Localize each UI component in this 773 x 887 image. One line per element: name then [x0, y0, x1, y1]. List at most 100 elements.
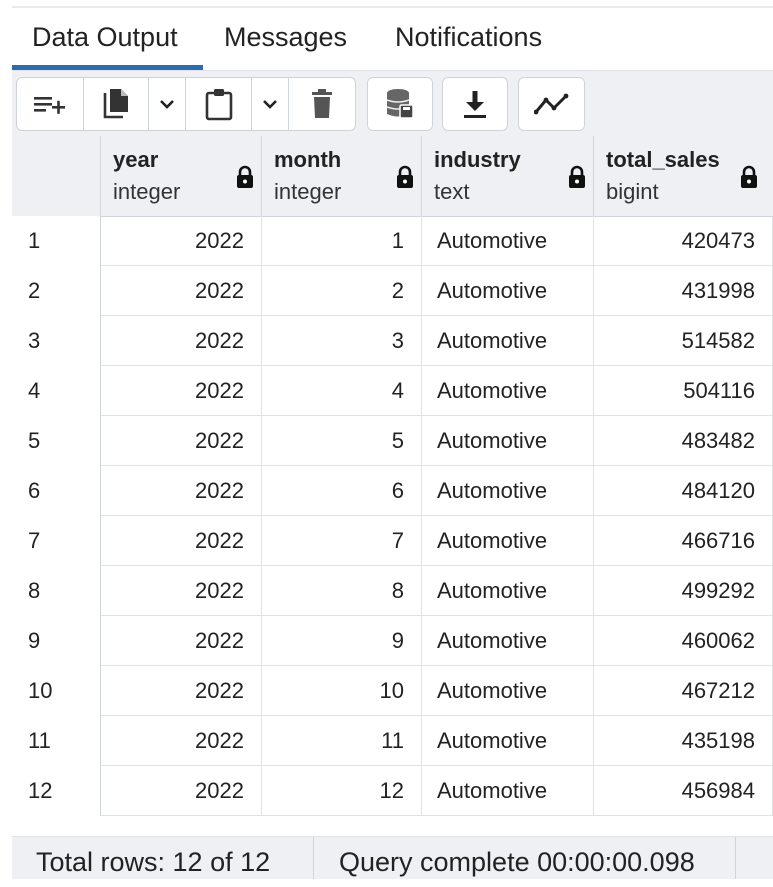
- row-number[interactable]: 10: [12, 666, 101, 716]
- column-name: total_sales: [606, 147, 720, 172]
- row-number[interactable]: 4: [12, 366, 101, 416]
- cell-total-sales[interactable]: 420473: [594, 216, 773, 266]
- cell-month[interactable]: 8: [262, 566, 422, 616]
- cell-total-sales[interactable]: 460062: [594, 616, 773, 666]
- copy-options-dropdown[interactable]: [148, 77, 186, 131]
- cell-year[interactable]: 2022: [101, 666, 262, 716]
- row-number[interactable]: 9: [12, 616, 101, 666]
- column-header-year[interactable]: year integer: [101, 136, 262, 216]
- cell-month[interactable]: 12: [262, 766, 422, 816]
- column-header-total-sales[interactable]: total_sales bigint: [594, 136, 773, 216]
- cell-month[interactable]: 9: [262, 616, 422, 666]
- table-row: 5 2022 5 Automotive 483482: [12, 416, 773, 466]
- tab-data-output[interactable]: Data Output: [32, 8, 178, 68]
- delete-button[interactable]: [288, 77, 356, 131]
- cell-industry[interactable]: Automotive: [422, 366, 594, 416]
- column-header-month[interactable]: month integer: [262, 136, 422, 216]
- table-row: 1 2022 1 Automotive 420473: [12, 216, 773, 266]
- cell-total-sales[interactable]: 456984: [594, 766, 773, 816]
- row-number[interactable]: 3: [12, 316, 101, 366]
- cell-year[interactable]: 2022: [101, 266, 262, 316]
- column-header-industry[interactable]: industry text: [422, 136, 594, 216]
- row-number[interactable]: 7: [12, 516, 101, 566]
- cell-month[interactable]: 6: [262, 466, 422, 516]
- cell-industry[interactable]: Automotive: [422, 216, 594, 266]
- cell-month[interactable]: 1: [262, 216, 422, 266]
- cell-year[interactable]: 2022: [101, 366, 262, 416]
- row-number[interactable]: 5: [12, 416, 101, 466]
- cell-total-sales[interactable]: 483482: [594, 416, 773, 466]
- paste-options-dropdown[interactable]: [251, 77, 289, 131]
- cell-total-sales[interactable]: 504116: [594, 366, 773, 416]
- copy-button[interactable]: [83, 77, 149, 131]
- download-icon: [462, 89, 488, 119]
- row-number-header[interactable]: [12, 136, 101, 216]
- cell-year[interactable]: 2022: [101, 616, 262, 666]
- column-type: text: [434, 179, 470, 204]
- cell-total-sales[interactable]: 431998: [594, 266, 773, 316]
- cell-industry[interactable]: Automotive: [422, 416, 594, 466]
- cell-industry[interactable]: Automotive: [422, 766, 594, 816]
- cell-industry[interactable]: Automotive: [422, 666, 594, 716]
- cell-industry[interactable]: Automotive: [422, 516, 594, 566]
- cell-month[interactable]: 4: [262, 366, 422, 416]
- cell-industry[interactable]: Automotive: [422, 716, 594, 766]
- status-divider: [313, 837, 314, 879]
- column-type: integer: [274, 179, 342, 204]
- cell-industry[interactable]: Automotive: [422, 266, 594, 316]
- row-number[interactable]: 6: [12, 466, 101, 516]
- cell-month[interactable]: 11: [262, 716, 422, 766]
- cell-total-sales[interactable]: 467212: [594, 666, 773, 716]
- cell-total-sales[interactable]: 499292: [594, 566, 773, 616]
- row-number[interactable]: 1: [12, 216, 101, 266]
- cell-month[interactable]: 2: [262, 266, 422, 316]
- copy-icon: [101, 87, 131, 121]
- column-name: year: [113, 147, 159, 172]
- tab-notifications[interactable]: Notifications: [395, 8, 542, 68]
- cell-month[interactable]: 3: [262, 316, 422, 366]
- chevron-down-icon: [159, 98, 175, 110]
- row-number[interactable]: 8: [12, 566, 101, 616]
- cell-year[interactable]: 2022: [101, 466, 262, 516]
- lock-icon: [396, 165, 414, 194]
- cell-month[interactable]: 10: [262, 666, 422, 716]
- tab-messages[interactable]: Messages: [224, 8, 347, 68]
- cell-year[interactable]: 2022: [101, 416, 262, 466]
- cell-total-sales[interactable]: 514582: [594, 316, 773, 366]
- cell-year[interactable]: 2022: [101, 566, 262, 616]
- status-divider: [735, 837, 736, 879]
- table-row: 3 2022 3 Automotive 514582: [12, 316, 773, 366]
- column-type: integer: [113, 179, 181, 204]
- cell-industry[interactable]: Automotive: [422, 616, 594, 666]
- row-number[interactable]: 2: [12, 266, 101, 316]
- grid-body: 1 2022 1 Automotive 420473 2 2022 2 Auto…: [12, 216, 773, 816]
- cell-industry[interactable]: Automotive: [422, 566, 594, 616]
- cell-industry[interactable]: Automotive: [422, 316, 594, 366]
- toolbar: [12, 70, 773, 137]
- cell-year[interactable]: 2022: [101, 516, 262, 566]
- chevron-down-icon: [262, 98, 278, 110]
- cell-total-sales[interactable]: 466716: [594, 516, 773, 566]
- lock-icon: [740, 165, 758, 194]
- table-row: 7 2022 7 Automotive 466716: [12, 516, 773, 566]
- cell-year[interactable]: 2022: [101, 716, 262, 766]
- cell-month[interactable]: 5: [262, 416, 422, 466]
- cell-total-sales[interactable]: 435198: [594, 716, 773, 766]
- cell-month[interactable]: 7: [262, 516, 422, 566]
- graph-visualiser-button[interactable]: [518, 77, 585, 131]
- cell-year[interactable]: 2022: [101, 216, 262, 266]
- cell-total-sales[interactable]: 484120: [594, 466, 773, 516]
- cell-year[interactable]: 2022: [101, 766, 262, 816]
- result-tabs: Data Output Messages Notifications: [12, 8, 773, 70]
- save-data-button[interactable]: [367, 77, 433, 131]
- download-button[interactable]: [442, 77, 508, 131]
- paste-button[interactable]: [185, 77, 252, 131]
- row-number[interactable]: 12: [12, 766, 101, 816]
- cell-year[interactable]: 2022: [101, 316, 262, 366]
- cell-industry[interactable]: Automotive: [422, 466, 594, 516]
- table-row: 10 2022 10 Automotive 467212: [12, 666, 773, 716]
- lock-icon: [236, 165, 254, 194]
- row-number[interactable]: 11: [12, 716, 101, 766]
- add-row-button[interactable]: [16, 77, 84, 131]
- column-type: bigint: [606, 179, 659, 204]
